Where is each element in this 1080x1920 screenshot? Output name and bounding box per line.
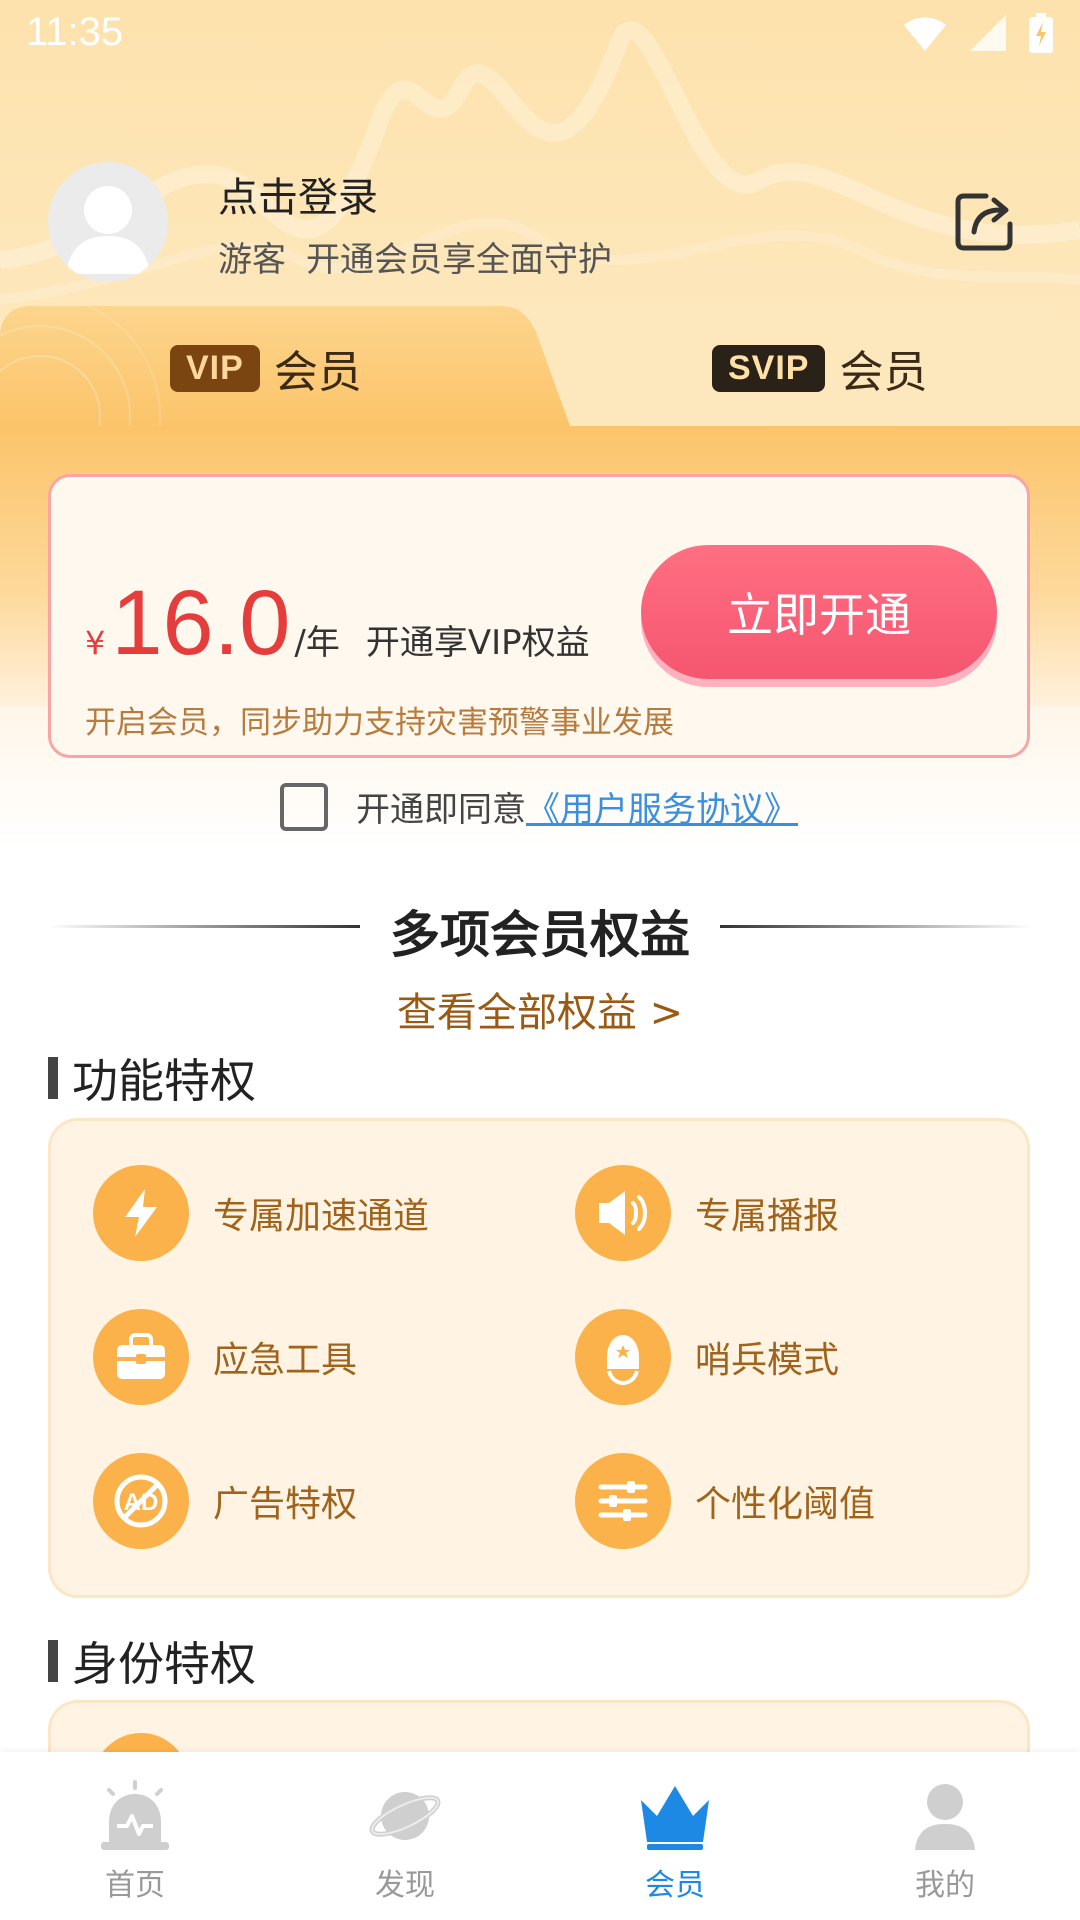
- tab-vip-label: VIP 会员: [170, 336, 362, 400]
- currency-symbol: ¥: [85, 624, 106, 662]
- bottom-navigation: 首页 发现 会员 我的: [0, 1752, 1080, 1920]
- nav-label: 发现: [375, 1868, 435, 1903]
- nav-home[interactable]: 首页: [0, 1752, 270, 1920]
- feature-label: 个性化阈值: [695, 1484, 876, 1525]
- share-icon: [955, 193, 1013, 251]
- feature-label: 专属加速通道: [213, 1196, 430, 1237]
- battery-icon: [1029, 13, 1053, 53]
- nav-label: 会员: [645, 1868, 705, 1903]
- user-subtitle: 游客 开通会员享全面守护: [218, 232, 612, 281]
- price-description: 开通享VIP权益: [365, 623, 590, 663]
- agreement-row: 开通即同意 《用户服务协议》: [280, 782, 798, 831]
- feature-item-emergency-tools[interactable]: 应急工具: [93, 1309, 357, 1405]
- nav-label: 我的: [915, 1868, 975, 1903]
- price-amount: 16.0: [111, 572, 291, 674]
- planet-icon: [369, 1792, 441, 1840]
- price-note: 开启会员，同步助力支持灾害预警事业发展: [85, 705, 674, 741]
- user-tagline: 开通会员享全面守护: [306, 240, 612, 280]
- feature-item-threshold[interactable]: 个性化阈值: [575, 1453, 875, 1549]
- heading-bar: [48, 1640, 58, 1682]
- tab-svip-text: 会员: [839, 347, 928, 398]
- speaker-icon: [575, 1165, 671, 1261]
- tab-svip[interactable]: SVIP 会员: [712, 336, 927, 400]
- user-agreement-link[interactable]: 《用户服务协议》: [526, 782, 798, 831]
- signal-icon: [970, 15, 1006, 51]
- feature-item-broadcast[interactable]: 专属播报: [575, 1165, 839, 1261]
- crown-icon: [641, 1786, 709, 1850]
- wifi-icon: [904, 17, 946, 51]
- price-card: ¥ 16.0 /年 开通享VIP权益 开启会员，同步助力支持灾害预警事业发展 立…: [48, 474, 1030, 758]
- feature-item-ad-privilege[interactable]: AD 广告特权: [93, 1453, 357, 1549]
- identity-heading-text: 身份特权: [72, 1637, 256, 1691]
- feature-item-acceleration[interactable]: 专属加速通道: [93, 1165, 429, 1261]
- agreement-text: 开通即同意: [356, 790, 526, 830]
- person-icon: [915, 1784, 975, 1850]
- feature-card: 专属加速通道 专属播报 应急工具 哨兵模式 广告特权 个性化阈值: [48, 1118, 1030, 1598]
- feature-section-heading: 功能特权: [48, 1045, 256, 1111]
- status-icons: [902, 12, 1054, 54]
- lightning-icon: [93, 1165, 189, 1261]
- tab-vip-text: 会员: [273, 347, 362, 398]
- no-ad-icon: AD: [93, 1453, 189, 1549]
- heading-bar: [48, 1057, 58, 1099]
- user-type: 游客: [218, 240, 286, 280]
- svip-badge: SVIP: [712, 344, 826, 392]
- login-link[interactable]: 点击登录: [218, 165, 378, 223]
- price-unit: /年: [294, 623, 340, 663]
- nav-mine[interactable]: 我的: [810, 1752, 1080, 1920]
- feature-label: 应急工具: [213, 1340, 358, 1381]
- identity-section-heading: 身份特权: [48, 1628, 256, 1694]
- view-all-benefits-link[interactable]: 查看全部权益 >: [0, 980, 1080, 1038]
- status-time: 11:35: [26, 10, 124, 54]
- membership-tabs: VIP 会员 SVIP 会员: [0, 306, 1080, 426]
- nav-membership[interactable]: 会员: [540, 1752, 810, 1920]
- feature-heading-text: 功能特权: [72, 1054, 256, 1108]
- avatar[interactable]: [48, 162, 168, 282]
- feature-label: 专属播报: [695, 1196, 840, 1237]
- alarm-icon: [101, 1780, 169, 1850]
- feature-item-sentinel[interactable]: 哨兵模式: [575, 1309, 839, 1405]
- vip-badge: VIP: [170, 344, 260, 392]
- share-button[interactable]: [952, 188, 1018, 254]
- benefits-title: 多项会员权益: [390, 906, 690, 964]
- agreement-checkbox[interactable]: [280, 782, 328, 831]
- nav-label: 首页: [105, 1868, 165, 1903]
- toolbox-icon: [93, 1309, 189, 1405]
- feature-label: 哨兵模式: [695, 1340, 840, 1381]
- sliders-icon: [575, 1453, 671, 1549]
- feature-label: 广告特权: [213, 1484, 358, 1525]
- default-avatar-icon: [66, 186, 150, 274]
- price-row: ¥ 16.0 /年 开通享VIP权益: [85, 577, 590, 669]
- sentinel-icon: [575, 1309, 671, 1405]
- nav-discover[interactable]: 发现: [270, 1752, 540, 1920]
- open-membership-button[interactable]: 立即开通: [641, 545, 997, 679]
- tab-vip[interactable]: VIP 会员: [0, 306, 570, 426]
